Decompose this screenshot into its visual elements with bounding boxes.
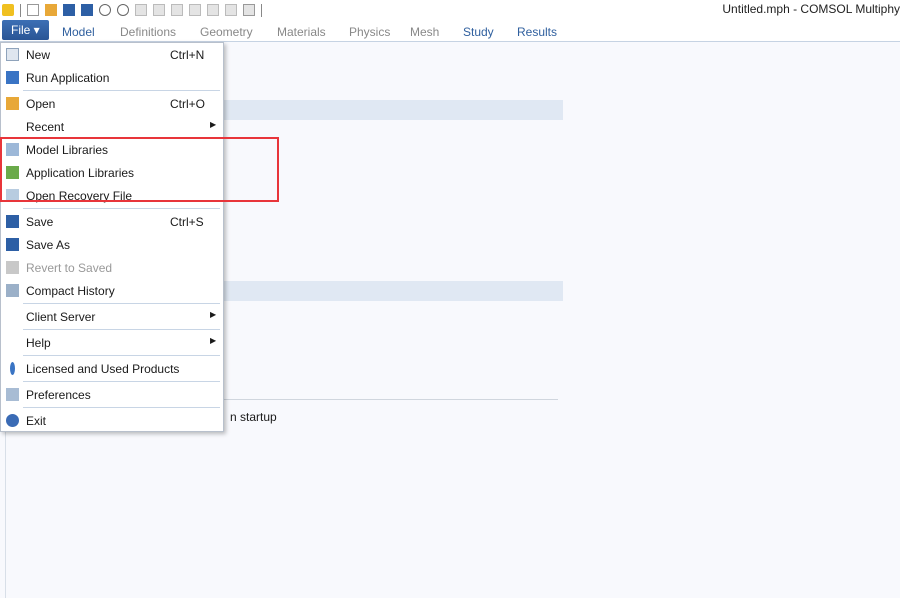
menu-item-revert-to-saved[interactable]: Revert to Saved (1, 256, 223, 279)
save-as-icon (6, 238, 19, 251)
menu-item-save-as[interactable]: Save As (1, 233, 223, 256)
menu-item-label: Save As (26, 238, 71, 252)
menu-item-client-server[interactable]: Client Server ▶ (1, 305, 223, 328)
paste-icon[interactable] (153, 4, 165, 16)
duplicate-icon[interactable] (171, 4, 183, 16)
app-logo-icon (2, 4, 14, 16)
shortcut-label: Ctrl+O (170, 97, 206, 111)
tab-mesh[interactable]: Mesh (410, 25, 439, 39)
undo-icon[interactable] (99, 4, 111, 16)
menu-item-label: Run Application (26, 71, 110, 85)
menu-item-new[interactable]: New Ctrl+N (1, 43, 223, 66)
delete-icon[interactable] (189, 4, 201, 16)
submenu-arrow-icon: ▶ (210, 336, 217, 345)
tab-definitions[interactable]: Definitions (120, 25, 176, 39)
save-icon[interactable] (63, 4, 75, 16)
menu-item-run-application[interactable]: Run Application (1, 66, 223, 89)
new-icon[interactable] (27, 4, 39, 16)
redo-icon[interactable] (117, 4, 129, 16)
window-title: Untitled.mph - COMSOL Multiphy (722, 2, 900, 16)
menu-item-label: Preferences (26, 388, 91, 402)
revert-icon (6, 261, 19, 274)
preferences-icon (6, 388, 19, 401)
quick-access-toolbar (2, 2, 262, 18)
menu-item-licensed-and-used-products[interactable]: Licensed and Used Products (1, 357, 223, 380)
toolbar-separator (20, 3, 21, 17)
menu-item-exit[interactable]: Exit (1, 409, 223, 432)
menu-item-save[interactable]: Save Ctrl+S (1, 210, 223, 233)
compact-history-icon (6, 284, 19, 297)
highlight-box (0, 137, 279, 202)
menu-item-label: Licensed and Used Products (26, 362, 180, 376)
shortcut-label: Ctrl+N (170, 48, 205, 62)
menu-item-label: Open (26, 97, 56, 111)
menu-item-help[interactable]: Help ▶ (1, 331, 223, 354)
tab-results[interactable]: Results (517, 25, 557, 39)
open-icon[interactable] (45, 4, 57, 16)
menu-item-label: Revert to Saved (26, 261, 113, 275)
menu-item-label: Save (26, 215, 54, 229)
tab-materials[interactable]: Materials (277, 25, 326, 39)
more-icon[interactable] (243, 4, 255, 16)
menu-item-label: Compact History (26, 284, 115, 298)
new-file-icon (6, 48, 19, 61)
section-header-bar (224, 100, 563, 120)
menu-item-recent[interactable]: Recent ▶ (1, 115, 223, 138)
file-menu-button[interactable]: File ▾ (2, 20, 49, 40)
file-menu: New Ctrl+N Run Application Open Ctrl+O Recent… (0, 42, 224, 432)
tab-physics[interactable]: Physics (349, 25, 390, 39)
select-icon[interactable] (207, 4, 219, 16)
submenu-arrow-icon: ▶ (210, 120, 217, 129)
ribbon-tabs: File ▾ Model Definitions Geometry Materials… (0, 20, 900, 42)
toolbar-separator (261, 3, 262, 17)
menu-item-preferences[interactable]: Preferences (1, 383, 223, 406)
menu-item-label: Help (26, 336, 51, 350)
show-on-startup-label: n startup (230, 410, 277, 424)
tab-geometry[interactable]: Geometry (200, 25, 253, 39)
menu-item-label: Exit (26, 414, 47, 428)
submenu-arrow-icon: ▶ (210, 310, 217, 319)
menu-item-compact-history[interactable]: Compact History (1, 279, 223, 302)
menu-item-label: New (26, 48, 51, 62)
menu-item-open[interactable]: Open Ctrl+O (1, 92, 223, 115)
title-bar: Untitled.mph - COMSOL Multiphy (0, 0, 900, 20)
folder-open-icon (6, 97, 19, 110)
menu-item-label: Client Server (26, 310, 96, 324)
section-header-bar (224, 281, 563, 301)
save-icon (6, 215, 19, 228)
tab-model[interactable]: Model (62, 25, 95, 39)
tab-study[interactable]: Study (463, 25, 494, 39)
key-icon (10, 362, 15, 375)
disable-icon[interactable] (225, 4, 237, 16)
exit-icon (6, 414, 19, 427)
run-application-icon (6, 71, 19, 84)
divider (224, 399, 558, 400)
copy-icon[interactable] (135, 4, 147, 16)
save-as-icon[interactable] (81, 4, 93, 16)
shortcut-label: Ctrl+S (170, 215, 204, 229)
menu-item-label: Recent (26, 120, 65, 134)
